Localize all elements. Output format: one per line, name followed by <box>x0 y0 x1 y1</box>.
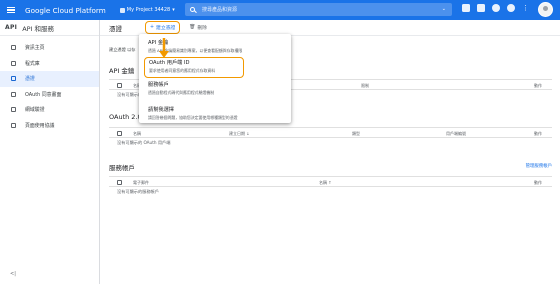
sidebar-item-oauth-consent[interactable]: OAuth 同意畫面 <box>0 87 99 103</box>
checkbox-icon <box>11 107 16 113</box>
menu-item-title: 服務帳戶 <box>148 82 169 88</box>
menu-item-description: 要求使用者同意您的應用程式存取資料 <box>149 67 216 73</box>
select-all-checkbox[interactable] <box>117 83 122 88</box>
sidebar-item-credentials[interactable]: 憑證 <box>0 71 99 87</box>
search-input[interactable]: 搜尋產品和資源 ⌄ <box>185 3 452 16</box>
library-icon <box>11 60 16 66</box>
column-actions: 動作 <box>534 83 542 88</box>
menu-item-service-account[interactable]: 服務帳戶 透過自動程式碼代與應用程式驗證機制 <box>139 81 291 96</box>
project-icon <box>119 7 125 13</box>
oauth-table: 名稱 建立日期 ↓ 類型 用戶端編號 動作 沒有可顯示的 OAuth 用戶端 <box>109 127 552 148</box>
menu-item-description: 請回答幾個問題，協助您決定要使用哪種類型的憑證 <box>148 114 238 120</box>
column-restrictions[interactable]: 限制 <box>361 83 369 89</box>
table-header: 電子郵件 名稱 ↑ 動作 <box>109 176 552 187</box>
column-actions: 動作 <box>534 180 542 185</box>
page-description: 建立憑證 以存 <box>109 47 136 52</box>
column-client-id[interactable]: 用戶端編號 <box>446 131 466 137</box>
column-type[interactable]: 類型 <box>352 131 360 137</box>
menu-item-title: API 金鑰 <box>148 40 169 46</box>
api-logo: API <box>5 24 18 31</box>
more-vert-icon[interactable]: ⋮ <box>522 4 529 12</box>
search-placeholder: 搜尋產品和資源 <box>202 7 238 13</box>
table-header: 名稱 建立日期 ↓ 類型 用戶端編號 動作 <box>109 127 552 138</box>
add-icon: + <box>150 25 155 30</box>
sort-arrow-up-icon: ↑ <box>328 180 332 185</box>
service-accounts-table: 電子郵件 名稱 ↑ 動作 沒有可顯示的服務帳戶 <box>109 176 552 197</box>
menu-icon[interactable] <box>0 0 22 20</box>
api-keys-title: API 金鑰 <box>109 67 135 75</box>
gift-icon[interactable] <box>462 4 470 12</box>
service-accounts-title: 服務帳戶 <box>109 164 135 172</box>
dashboard-icon <box>11 45 16 51</box>
menu-item-title: 請幫我選擇 <box>148 107 174 113</box>
sidebar-item-domain-verification[interactable]: 網域驗證 <box>0 102 99 118</box>
consent-icon <box>11 91 16 97</box>
create-credentials-label: 建立憑證 <box>156 26 176 31</box>
menu-item-description: 透過 API 金鑰簡易識別專案，以便查看配額與存取權限 <box>148 47 243 53</box>
sidebar-title: API 和服務 <box>22 24 55 33</box>
empty-message: 沒有可顯示的 OAuth 用戶端 <box>117 140 171 145</box>
project-selector[interactable]: My Project 34428 ▾ <box>119 7 175 13</box>
create-credentials-button[interactable]: + 建立憑證 <box>145 21 181 34</box>
brand-title[interactable]: Google Cloud Platform <box>25 6 106 15</box>
project-name: My Project 34428 <box>126 7 171 13</box>
sidebar-item-dashboard[interactable]: 資訊主頁 <box>0 40 99 56</box>
collapse-sidebar-icon[interactable]: <| <box>10 271 16 277</box>
sidebar-item-label: 網域驗證 <box>25 107 45 114</box>
menu-item-oauth-client-id[interactable]: OAuth 用戶端 ID 要求使用者同意您的應用程式存取資料 <box>144 57 244 78</box>
annotation-arrow-icon <box>159 38 169 58</box>
sidebar-item-page-usage[interactable]: 頁面使用協議 <box>0 118 99 134</box>
column-email[interactable]: 電子郵件 <box>133 180 149 186</box>
delete-label: 刪除 <box>197 26 207 31</box>
avatar[interactable] <box>538 2 553 17</box>
delete-button[interactable]: 🗑 刪除 <box>189 24 207 31</box>
manage-service-accounts-link[interactable]: 管理服務帳戶 <box>526 163 552 169</box>
notifications-icon[interactable] <box>507 4 515 12</box>
column-created-date[interactable]: 建立日期 ↓ <box>229 131 250 137</box>
sidebar-item-label: 頁面使用協議 <box>25 122 55 129</box>
cloud-shell-icon[interactable] <box>477 4 485 12</box>
column-name[interactable]: 名稱 ↑ <box>319 180 332 186</box>
sidebar-header: API API 和服務 <box>0 20 99 36</box>
column-name[interactable]: 名稱 <box>133 131 141 137</box>
key-icon <box>11 76 16 82</box>
top-bar: Google Cloud Platform My Project 34428 ▾… <box>0 0 560 20</box>
sidebar-item-label: 憑證 <box>25 76 35 83</box>
chevron-down-icon: ▾ <box>172 7 175 13</box>
menu-item-help-me-choose[interactable]: 請幫我選擇 請回答幾個問題，協助您決定要使用哪種類型的憑證 <box>139 106 291 121</box>
sidebar-item-label: 資訊主頁 <box>25 45 45 52</box>
menu-item-description: 透過自動程式碼代與應用程式驗證機制 <box>148 89 215 95</box>
search-icon <box>190 7 195 12</box>
menu-item-title: OAuth 用戶端 ID <box>149 60 190 66</box>
sidebar-item-library[interactable]: 程式庫 <box>0 56 99 72</box>
settings-icon <box>11 122 16 128</box>
search-expand-icon[interactable]: ⌄ <box>442 6 446 12</box>
help-icon[interactable] <box>492 4 500 12</box>
sidebar: API API 和服務 資訊主頁 程式庫 憑證 OAuth 同意畫面 網域驗證 … <box>0 20 100 284</box>
sidebar-item-label: OAuth 同意畫面 <box>25 91 62 98</box>
page-title: 憑證 <box>109 24 122 33</box>
oauth-title: OAuth 2.0 <box>109 113 142 121</box>
select-all-checkbox[interactable] <box>117 131 122 136</box>
sidebar-item-label: 程式庫 <box>25 60 40 67</box>
select-all-checkbox[interactable] <box>117 180 122 185</box>
sort-arrow-down-icon: ↓ <box>246 131 250 136</box>
column-actions: 動作 <box>534 131 542 136</box>
empty-message: 沒有可顯示的服務帳戶 <box>117 189 159 194</box>
trash-icon: 🗑 <box>189 25 196 30</box>
